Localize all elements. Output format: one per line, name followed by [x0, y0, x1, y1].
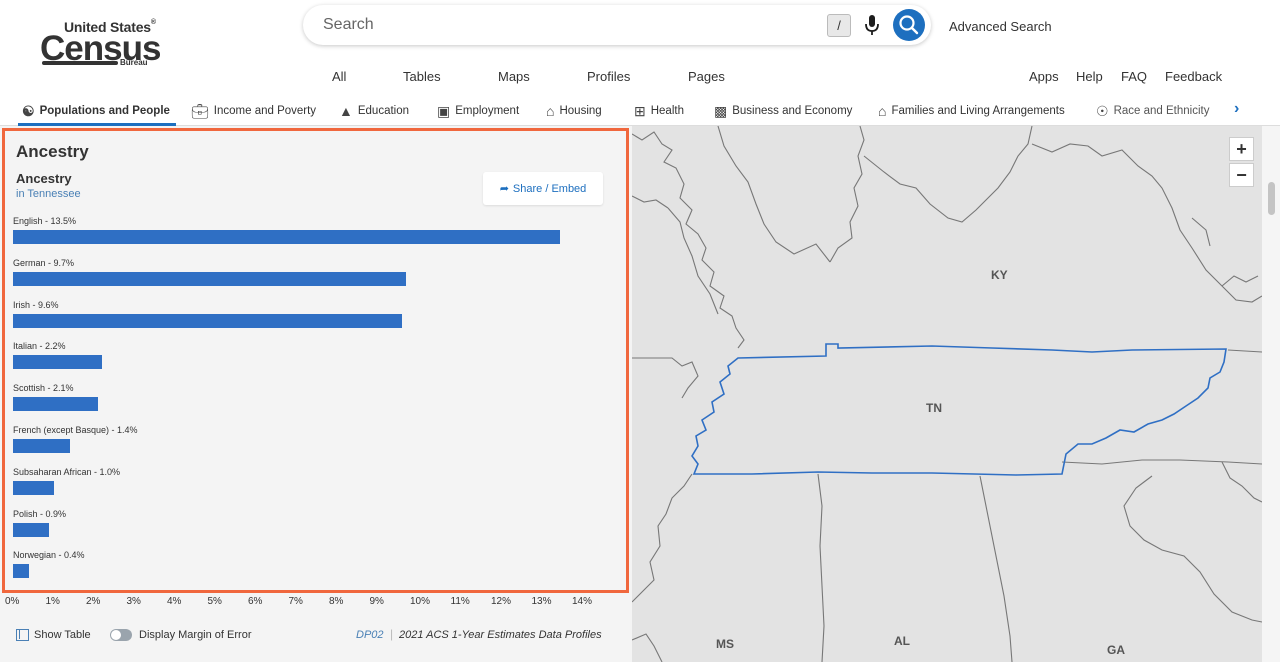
- nav-pages[interactable]: Pages: [688, 69, 725, 84]
- nav-feedback[interactable]: Feedback: [1165, 69, 1222, 84]
- map-label-ga: GA: [1107, 643, 1125, 657]
- nav-help[interactable]: Help: [1076, 69, 1103, 84]
- highlight-border: [2, 128, 629, 593]
- slash-shortcut-key: /: [827, 14, 851, 37]
- divider: |: [390, 627, 394, 641]
- table-icon: [16, 629, 29, 641]
- map-label-al: AL: [894, 634, 910, 648]
- x-tick-label: 5%: [207, 596, 222, 607]
- x-tick-label: 9%: [369, 596, 384, 607]
- x-tick-label: 12%: [491, 596, 512, 607]
- dataset-description: 2021 ACS 1-Year Estimates Data Profiles: [399, 629, 602, 641]
- advanced-search-link[interactable]: Advanced Search: [949, 19, 1052, 34]
- logo-underline: [42, 61, 118, 65]
- x-tick-label: 0%: [5, 596, 20, 607]
- scrollbar-thumb[interactable]: [1268, 182, 1275, 215]
- briefcase-icon: 💼︎: [191, 102, 209, 119]
- globe-icon: ☉: [1096, 102, 1109, 119]
- map-label-ms: MS: [716, 637, 734, 651]
- graduation-cap-icon: ▲: [339, 103, 353, 119]
- nav-profiles[interactable]: Profiles: [587, 69, 630, 84]
- category-housing[interactable]: ⌂ Housing: [546, 101, 602, 121]
- building-icon: ▩: [714, 102, 728, 119]
- x-tick-label: 1%: [45, 596, 60, 607]
- show-table-button[interactable]: Show Table: [16, 629, 91, 641]
- dataset-code-link[interactable]: DP02: [356, 629, 384, 641]
- zoom-out-button[interactable]: −: [1229, 163, 1254, 187]
- search-box: /: [303, 5, 931, 45]
- x-tick-label: 2%: [86, 596, 101, 607]
- chevron-right-icon[interactable]: ›: [1234, 100, 1239, 118]
- microphone-icon[interactable]: [863, 14, 881, 36]
- nav-faq[interactable]: FAQ: [1121, 69, 1147, 84]
- x-tick-label: 13%: [531, 596, 552, 607]
- x-tick-label: 8%: [329, 596, 344, 607]
- category-bar: ☯ Populations and People 💼︎ Income and Pov…: [0, 95, 1280, 126]
- medical-kit-icon: ⊞: [634, 102, 646, 119]
- x-tick-label: 6%: [248, 596, 263, 607]
- category-families-and-living-arrangements[interactable]: ⌂ Families and Living Arrangements: [878, 101, 1065, 121]
- logo-reg: ®: [150, 19, 156, 26]
- map-label-ky: KY: [991, 268, 1008, 282]
- margin-of-error-toggle[interactable]: Display Margin of Error: [110, 629, 251, 641]
- nav-tables[interactable]: Tables: [403, 69, 441, 84]
- category-employment[interactable]: ▣ Employment: [437, 101, 519, 121]
- people-icon: ☯: [22, 102, 35, 119]
- x-tick-label: 11%: [450, 596, 470, 607]
- houses-icon: ⌂: [546, 103, 555, 119]
- category-health[interactable]: ⊞ Health: [634, 101, 684, 121]
- x-tick-label: 14%: [572, 596, 593, 607]
- search-icon: [899, 15, 919, 35]
- site-header: United States® Census Bureau / Advanced …: [0, 0, 1280, 95]
- map-view[interactable]: KY TN MS AL GA: [632, 126, 1262, 662]
- x-tick-label: 10%: [410, 596, 431, 607]
- toggle-switch[interactable]: [110, 629, 132, 641]
- category-education[interactable]: ▲ Education: [339, 101, 409, 121]
- category-income-and-poverty[interactable]: 💼︎ Income and Poverty: [191, 101, 316, 121]
- chart-panel: Ancestry Ancestry in Tennessee ➦ Share / …: [0, 126, 632, 662]
- category-business-and-economy[interactable]: ▩ Business and Economy: [714, 101, 852, 121]
- zoom-in-button[interactable]: +: [1229, 137, 1254, 161]
- category-race-and-ethnicity[interactable]: ☉ Race and Ethnicity: [1096, 101, 1214, 121]
- search-input[interactable]: [323, 13, 803, 37]
- nav-apps[interactable]: Apps: [1029, 69, 1059, 84]
- nav-all[interactable]: All: [332, 69, 346, 84]
- toolbox-icon: ▣: [437, 102, 451, 119]
- map-label-tn: TN: [926, 401, 942, 415]
- category-populations-and-people[interactable]: ☯ Populations and People: [22, 101, 170, 121]
- x-tick-label: 3%: [126, 596, 141, 607]
- x-tick-label: 4%: [167, 596, 182, 607]
- logo-line3: Bureau: [120, 58, 148, 67]
- nav-maps[interactable]: Maps: [498, 69, 530, 84]
- x-tick-label: 7%: [288, 596, 303, 607]
- map-canvas: [632, 126, 1262, 662]
- census-logo[interactable]: United States® Census Bureau: [40, 18, 164, 70]
- search-button[interactable]: [893, 9, 925, 41]
- family-home-icon: ⌂: [878, 103, 887, 119]
